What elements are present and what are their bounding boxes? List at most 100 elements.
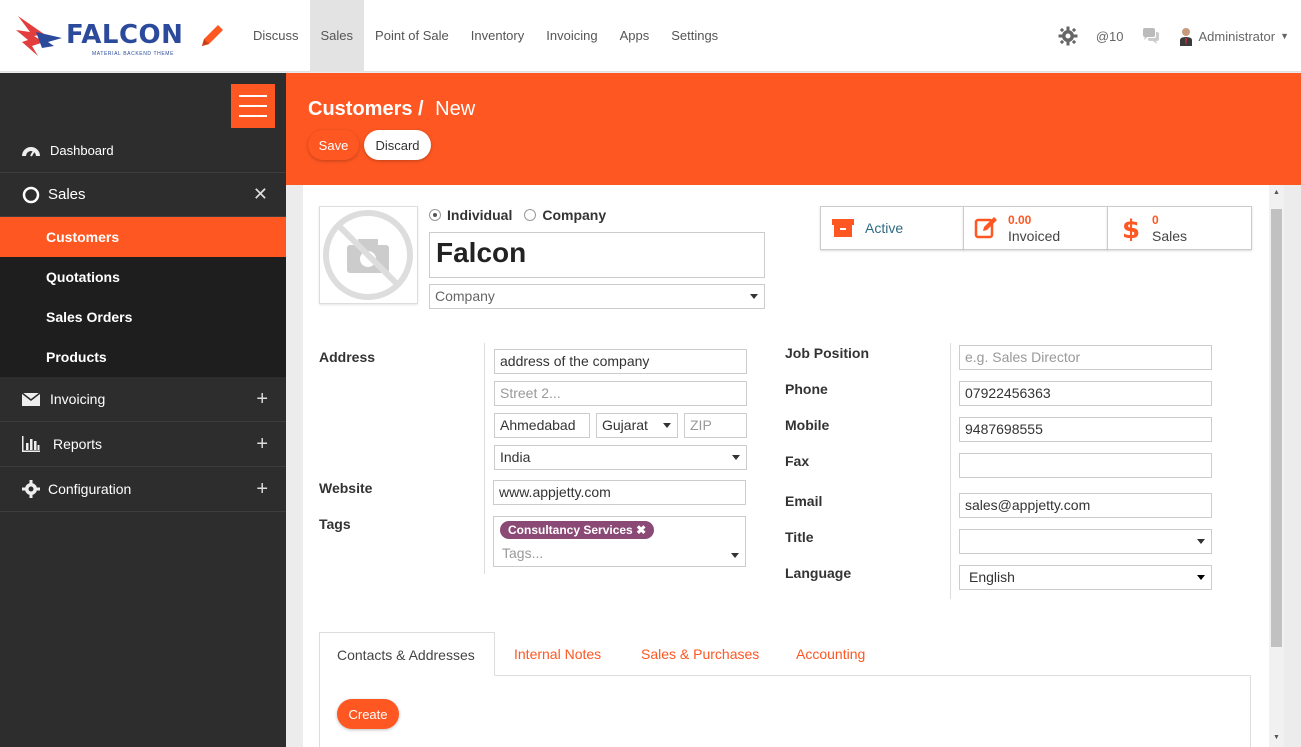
menu-inventory[interactable]: Inventory <box>460 0 535 72</box>
remove-tag-icon[interactable]: ✖ <box>636 523 646 537</box>
sales-value: 0 <box>1152 213 1159 227</box>
breadcrumb-customers[interactable]: Customers / <box>308 98 424 120</box>
menu-invoicing[interactable]: Invoicing <box>535 0 608 72</box>
save-button[interactable]: Save <box>308 130 359 160</box>
company-type-radio-group: Individual Company <box>429 207 606 223</box>
chat-button[interactable] <box>1142 28 1160 44</box>
sidebar-label-sales: Sales <box>48 186 86 203</box>
breadcrumb-current: New <box>435 98 476 120</box>
dashboard-gauge-icon <box>22 146 40 156</box>
sidebar-label-reports: Reports <box>53 436 103 452</box>
title-select[interactable] <box>959 529 1212 554</box>
zip-input[interactable]: ZIP <box>684 413 747 438</box>
partner-name-input[interactable]: Falcon <box>429 232 765 278</box>
user-name: Administrator <box>1198 28 1276 44</box>
menu-sales[interactable]: Sales <box>309 0 365 72</box>
street2-input[interactable]: Street 2... <box>494 381 747 406</box>
expand-plus-icon[interactable]: + <box>256 388 268 411</box>
menu-settings[interactable]: Settings <box>660 0 729 72</box>
street-input[interactable]: address of the company <box>494 349 747 374</box>
expand-plus-icon[interactable]: + <box>256 478 268 501</box>
scrollbar[interactable]: ▲ ▼ <box>1269 185 1284 747</box>
scrollbar-thumb[interactable] <box>1271 209 1282 647</box>
edit-pencil-icon[interactable] <box>198 20 228 53</box>
tags-input[interactable]: Consultancy Services ✖ Tags... <box>493 516 746 567</box>
notifications-counter[interactable]: @10 <box>1096 29 1124 44</box>
breadcrumb: Customers / New <box>308 98 475 121</box>
divider <box>950 343 951 599</box>
invoiced-stat-button[interactable]: 0.00 Invoiced <box>963 206 1108 250</box>
language-value: English <box>969 569 1015 585</box>
partner-image[interactable] <box>319 206 418 304</box>
radio-individual[interactable]: Individual <box>429 207 512 223</box>
fax-input[interactable] <box>959 453 1212 478</box>
sidebar-item-sales-orders[interactable]: Sales Orders <box>0 297 286 337</box>
scroll-down-icon[interactable]: ▼ <box>1273 734 1280 741</box>
state-select[interactable]: Gujarat <box>596 413 678 438</box>
divider <box>484 343 485 574</box>
website-label: Website <box>319 480 373 496</box>
sidebar-item-products[interactable]: Products <box>0 337 286 377</box>
archive-box-icon <box>832 219 854 237</box>
caret-down-icon: ▼ <box>1280 31 1289 41</box>
city-input[interactable]: Ahmedabad <box>494 413 590 438</box>
mobile-label: Mobile <box>785 417 830 433</box>
phone-label: Phone <box>785 381 828 397</box>
sales-stat-button[interactable]: $ 0 Sales <box>1107 206 1252 250</box>
circle-icon <box>22 186 40 203</box>
country-select[interactable]: India <box>494 445 747 470</box>
sidebar-label-configuration: Configuration <box>48 481 132 497</box>
sidebar-item-quotations[interactable]: Quotations <box>0 257 286 297</box>
tab-content <box>319 675 1251 747</box>
language-select[interactable]: English <box>959 565 1212 590</box>
hamburger-menu-button[interactable] <box>231 84 275 128</box>
user-menu[interactable]: Administrator ▼ <box>1178 26 1289 46</box>
fax-label: Fax <box>785 453 810 469</box>
tag-badge[interactable]: Consultancy Services ✖ <box>500 521 655 539</box>
phone-input[interactable]: 07922456363 <box>959 381 1212 406</box>
radio-dot <box>524 209 537 221</box>
tab-accounting[interactable]: Accounting <box>779 632 882 676</box>
avatar <box>1179 28 1192 46</box>
caret-down-icon <box>750 294 758 299</box>
website-input[interactable]: www.appjetty.com <box>493 480 746 505</box>
menu-discuss[interactable]: Discuss <box>242 0 310 72</box>
discard-button[interactable]: Discard <box>364 130 431 160</box>
scroll-up-icon[interactable]: ▲ <box>1273 189 1280 196</box>
radio-company[interactable]: Company <box>524 207 606 223</box>
tab-sales-purchases[interactable]: Sales & Purchases <box>624 632 776 676</box>
bar-chart-icon <box>22 436 40 452</box>
gear-icon <box>1058 26 1078 46</box>
sidebar: Dashboard Sales ✕ Customers Quotations S… <box>0 73 286 747</box>
company-select[interactable]: Company <box>429 284 765 309</box>
expand-plus-icon[interactable]: + <box>256 433 268 456</box>
falcon-logo[interactable]: FALCON MATERIAL BACKEND THEME <box>14 12 184 60</box>
sidebar-item-invoicing[interactable]: Invoicing + <box>0 377 286 422</box>
active-toggle-button[interactable]: Active <box>820 206 964 250</box>
tab-internal-notes[interactable]: Internal Notes <box>497 632 618 676</box>
sidebar-item-configuration[interactable]: Configuration + <box>0 467 286 512</box>
dollar-icon: $ <box>1122 215 1140 241</box>
sidebar-item-dashboard[interactable]: Dashboard <box>0 129 286 173</box>
caret-down-icon <box>732 455 740 460</box>
caret-down-icon <box>1197 539 1205 544</box>
menu-apps[interactable]: Apps <box>609 0 661 72</box>
create-button[interactable]: Create <box>337 699 399 729</box>
radio-label-individual: Individual <box>447 207 513 223</box>
job-position-input[interactable]: e.g. Sales Director <box>959 345 1212 370</box>
sales-label: Sales <box>1152 228 1188 244</box>
active-label: Active <box>865 220 904 236</box>
email-label: Email <box>785 493 823 509</box>
sidebar-item-customers[interactable]: Customers <box>0 217 286 257</box>
email-input[interactable]: sales@appjetty.com <box>959 493 1212 518</box>
menu-point-of-sale[interactable]: Point of Sale <box>364 0 460 72</box>
invoiced-value: 0.00 <box>1008 213 1032 227</box>
caret-down-icon <box>663 423 671 428</box>
settings-gear-button[interactable] <box>1058 26 1078 46</box>
collapse-close-icon[interactable]: ✕ <box>253 184 268 205</box>
tag-label: Consultancy Services <box>508 523 633 537</box>
sidebar-item-sales[interactable]: Sales ✕ <box>0 173 286 217</box>
sidebar-item-reports[interactable]: Reports + <box>0 422 286 467</box>
mobile-input[interactable]: 9487698555 <box>959 417 1212 442</box>
tab-contacts-addresses[interactable]: Contacts & Addresses <box>319 632 495 676</box>
